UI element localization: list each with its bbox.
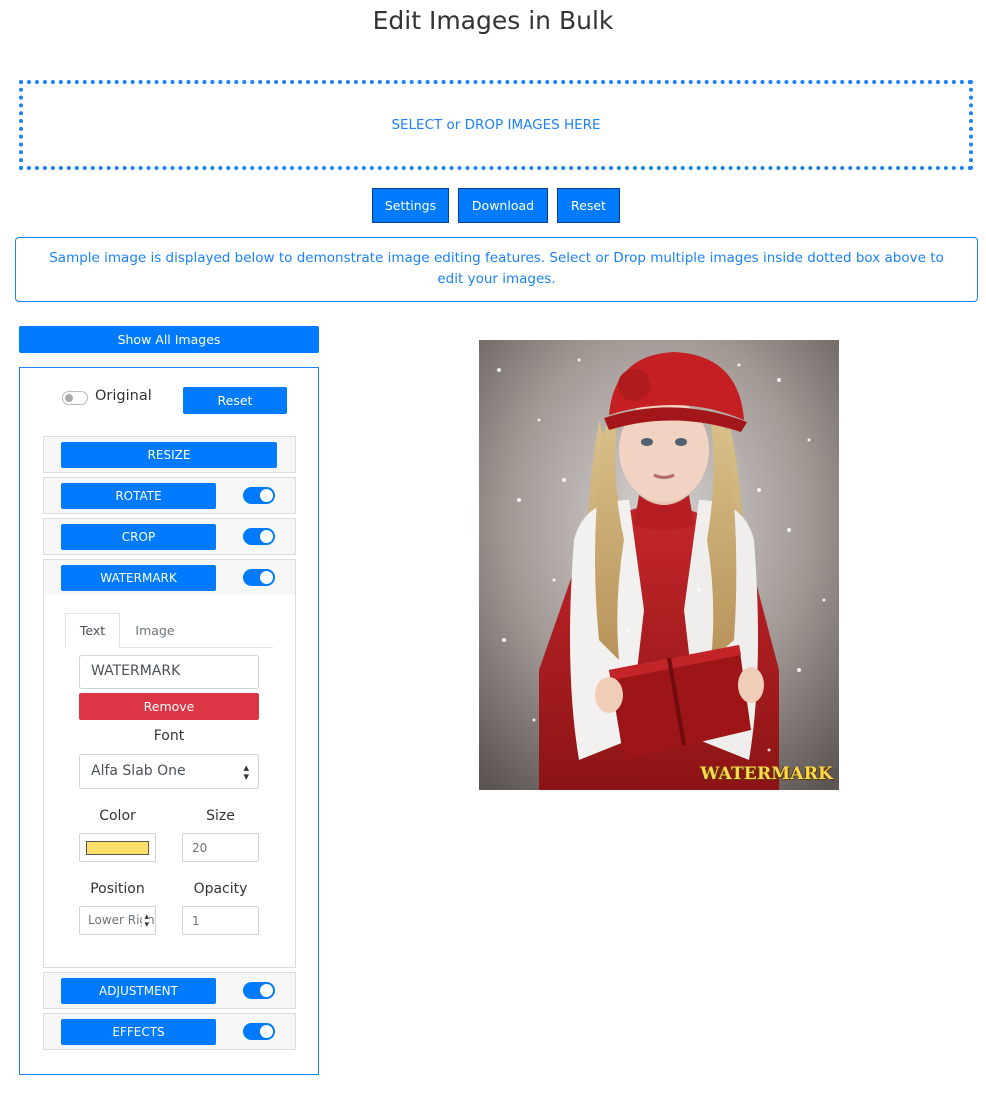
section-watermark: WATERMARK [43,559,296,596]
select-arrows-icon: ▴ ▾ [142,912,149,930]
sample-image: WATERMARK [479,340,839,790]
original-toggle[interactable] [62,391,88,405]
edit-panel: Original Reset RESIZE ROTATE CROP WATERM… [19,367,319,1075]
section-resize: RESIZE [43,436,296,473]
adjustment-toggle[interactable] [243,982,275,999]
original-label: Original [95,388,152,404]
position-label: Position [90,881,145,897]
remove-button[interactable]: Remove [79,693,259,720]
effects-button[interactable]: EFFECTS [61,1019,216,1045]
download-button[interactable]: Download [458,188,548,223]
opacity-input[interactable]: 1 [182,906,259,935]
show-all-images-button[interactable]: Show All Images [19,326,319,353]
sample-photo [479,340,839,790]
tab-text[interactable]: Text [65,613,120,648]
rotate-toggle[interactable] [243,487,275,504]
opacity-label: Opacity [193,881,248,897]
font-label: Font [153,728,185,744]
section-crop: CROP [43,518,296,555]
color-swatch [86,841,149,855]
watermark-settings: Text Image WATERMARK Remove Font Alfa Sl… [43,595,296,968]
crop-button[interactable]: CROP [61,524,216,550]
tab-image[interactable]: Image [125,613,185,648]
font-select-value: Alfa Slab One [91,763,186,779]
position-select[interactable]: Lower Right ▴ ▾ [79,906,156,935]
page-title: Edit Images in Bulk [372,6,614,35]
color-label: Color [99,808,136,824]
color-picker[interactable] [79,833,156,862]
watermark-button[interactable]: WATERMARK [61,565,216,591]
crop-toggle[interactable] [243,528,275,545]
reset-all-button[interactable]: Reset [557,188,620,223]
size-input[interactable]: 20 [182,833,259,862]
rotate-button[interactable]: ROTATE [61,483,216,509]
image-drop-zone[interactable]: SELECT or DROP IMAGES HERE [19,80,973,170]
section-adjustment: ADJUSTMENT [43,972,296,1009]
section-rotate: ROTATE [43,477,296,514]
panel-reset-button[interactable]: Reset [183,387,287,414]
effects-toggle[interactable] [243,1023,275,1040]
section-effects: EFFECTS [43,1013,296,1050]
resize-button[interactable]: RESIZE [61,442,277,468]
settings-button[interactable]: Settings [372,188,449,223]
drop-zone-label: SELECT or DROP IMAGES HERE [391,117,601,133]
watermark-text-input[interactable]: WATERMARK [79,655,259,689]
watermark-toggle[interactable] [243,569,275,586]
size-label: Size [206,808,235,824]
font-select[interactable]: Alfa Slab One ▴ ▾ [79,754,259,789]
info-message: Sample image is displayed below to demon… [15,237,978,302]
adjustment-button[interactable]: ADJUSTMENT [61,978,216,1004]
select-arrows-icon: ▴ ▾ [243,761,249,783]
watermark-overlay: WATERMARK [700,764,833,784]
